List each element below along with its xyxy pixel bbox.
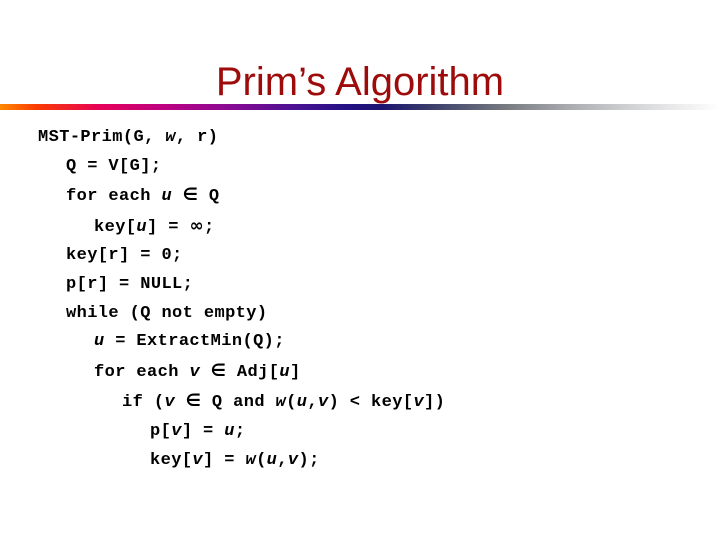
code-line: key[u] = ∞; [94, 215, 215, 237]
page-title: Prim’s Algorithm [215, 59, 505, 104]
code-line: p[v] = u; [150, 421, 246, 441]
code-variable: v [192, 450, 204, 470]
code-variable: v [189, 362, 201, 382]
gradient-rule-divider [0, 104, 720, 110]
element-of-symbol: ∈ [185, 391, 202, 412]
code-variable: u [296, 393, 308, 413]
code-line: key[r] = 0; [66, 246, 183, 266]
title-area: Prim’s Algorithm [0, 32, 720, 132]
slide: Prim’s Algorithm MST-Prim(G, w, r) Q = V[… [0, 0, 720, 540]
code-variable: v [164, 393, 176, 413]
code-variable: v [287, 450, 299, 470]
code-variable: w [245, 450, 257, 470]
code-variable: u [279, 362, 290, 382]
code-variable: u [266, 450, 278, 470]
code-line: for each u ∈ Q [66, 185, 220, 207]
code-variable: w [165, 128, 176, 147]
code-line: MST-Prim(G, w, r) [38, 128, 219, 147]
code-variable: u [224, 421, 235, 441]
code-block: MST-Prim(G, w, r) Q = V[G]; for each u ∈ Q… [38, 124, 698, 475]
code-line: key[v] = w(u,v); [150, 450, 320, 470]
element-of-symbol: ∈ [210, 360, 227, 381]
code-variable: v [317, 393, 329, 413]
code-line: p[r] = NULL; [66, 274, 194, 294]
code-variable: w [275, 393, 287, 413]
code-line: Q = V[G]; [66, 156, 162, 176]
code-variable: u [94, 332, 105, 352]
code-line: while (Q not empty) [66, 303, 268, 323]
code-line: for each v ∈ Adj[u] [94, 360, 301, 382]
code-line: u = ExtractMin(Q); [94, 332, 285, 352]
code-line: if (v ∈ Q and w(u,v) < key[v]) [122, 391, 446, 413]
code-variable: v [171, 421, 182, 441]
element-of-symbol: ∈ [182, 185, 199, 206]
code-variable: u [136, 217, 148, 237]
code-variable: u [161, 187, 173, 207]
code-variable: v [413, 393, 425, 413]
infinity-symbol: ∞ [189, 215, 205, 236]
